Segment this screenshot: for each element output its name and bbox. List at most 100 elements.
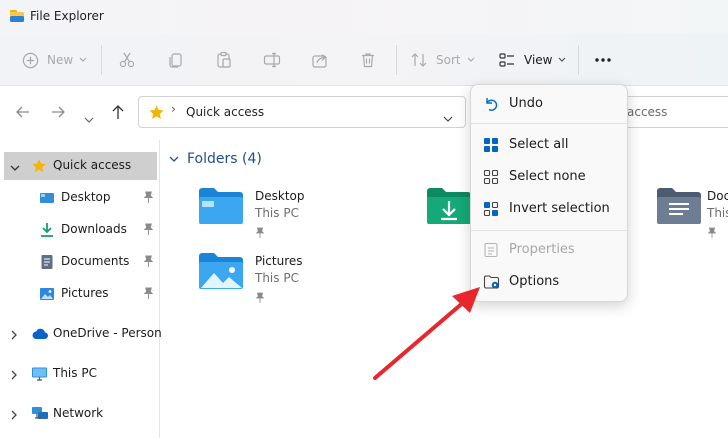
sidebar-item-label: Documents <box>61 254 130 268</box>
folder-desktop[interactable]: Desktop This PC <box>197 186 407 246</box>
pictures-folder-icon <box>197 251 245 295</box>
search-input[interactable]: access <box>620 96 728 128</box>
chevron-down-icon <box>79 57 87 63</box>
view-button[interactable]: View <box>498 34 566 86</box>
paste-button[interactable] <box>215 34 233 86</box>
sort-icon <box>410 51 428 69</box>
pictures-icon <box>39 286 55 305</box>
invert-selection-icon <box>483 201 499 221</box>
file-explorer-icon <box>9 8 25 28</box>
see-more-menu: Undo Select all Select none Invert selec… <box>470 84 629 302</box>
documents-folder-icon <box>655 186 703 230</box>
sidebar-item-onedrive[interactable]: OneDrive - Personal <box>0 320 172 348</box>
menu-divider <box>471 123 629 124</box>
sidebar-item-documents[interactable]: Documents <box>0 248 160 276</box>
new-button[interactable]: New <box>22 34 87 86</box>
desktop-folder-icon <box>197 186 245 230</box>
menu-item-label: Undo <box>509 96 543 111</box>
copy-icon <box>167 51 185 69</box>
pin-icon <box>143 191 154 207</box>
computer-icon <box>31 366 48 385</box>
recent-locations-chevron-icon[interactable] <box>84 109 94 128</box>
menu-item-label: Properties <box>509 242 575 257</box>
menu-item-select-all[interactable]: Select all <box>475 130 625 160</box>
pin-icon <box>143 287 154 303</box>
cut-icon <box>118 51 136 69</box>
breadcrumb-separator: › <box>171 102 176 116</box>
forward-arrow-icon[interactable] <box>50 104 66 124</box>
navigation-pane: Quick access Desktop Downloads Documents <box>0 140 172 438</box>
copy-button[interactable] <box>167 34 185 86</box>
menu-item-properties[interactable]: Properties <box>475 235 625 265</box>
chevron-down-icon[interactable] <box>10 161 20 175</box>
new-label: New <box>47 53 74 67</box>
properties-icon <box>483 242 499 262</box>
toolbar-divider <box>101 45 102 75</box>
ellipsis-icon <box>594 57 612 63</box>
share-button[interactable] <box>311 34 329 86</box>
menu-item-options[interactable]: Options <box>475 267 625 297</box>
star-icon <box>31 158 47 177</box>
title-bar: File Explorer <box>0 0 728 34</box>
chevron-down-icon <box>169 151 179 167</box>
back-arrow-icon[interactable] <box>15 104 31 124</box>
delete-icon <box>359 51 377 69</box>
sidebar-item-label: Desktop <box>61 190 111 204</box>
folder-options-icon <box>483 274 500 294</box>
sidebar-item-label: Quick access <box>53 158 132 172</box>
folder-downloads[interactable] <box>425 186 475 246</box>
menu-item-label: Options <box>509 274 560 289</box>
undo-icon <box>483 96 499 116</box>
document-icon <box>39 254 55 273</box>
sidebar-item-this-pc[interactable]: This PC <box>0 360 160 388</box>
toolbar-divider <box>396 45 397 75</box>
chevron-down-icon[interactable] <box>443 108 453 127</box>
folder-name: Desktop <box>255 189 305 203</box>
sidebar-item-label: OneDrive - Personal <box>53 326 173 340</box>
menu-item-label: Select all <box>509 137 569 152</box>
chevron-right-icon[interactable] <box>10 369 18 383</box>
toolbar-divider <box>578 45 579 75</box>
desktop-icon <box>39 190 55 209</box>
star-icon <box>148 104 165 125</box>
downloads-folder-icon <box>425 186 473 230</box>
folder-location: This PC <box>255 206 299 220</box>
cut-button[interactable] <box>118 34 136 86</box>
rename-button[interactable] <box>263 34 281 86</box>
chevron-right-icon[interactable] <box>10 409 18 423</box>
select-all-icon <box>483 137 499 157</box>
sidebar-item-desktop[interactable]: Desktop <box>0 184 160 212</box>
sidebar-item-label: This PC <box>53 366 97 380</box>
rename-icon <box>263 51 281 69</box>
pin-icon <box>255 289 265 308</box>
address-bar[interactable]: › Quick access <box>138 96 466 128</box>
folder-documents[interactable]: Doc This <box>655 186 728 246</box>
menu-item-invert-selection[interactable]: Invert selection <box>475 194 625 224</box>
see-more-button[interactable] <box>594 34 612 86</box>
window-title: File Explorer <box>30 9 104 23</box>
folders-group-header[interactable]: Folders (4) <box>169 151 262 167</box>
delete-button[interactable] <box>359 34 377 86</box>
sidebar-item-network[interactable]: Network <box>0 400 160 428</box>
sort-button[interactable]: Sort <box>410 34 475 86</box>
select-none-icon <box>483 169 499 189</box>
menu-divider <box>471 230 629 231</box>
command-bar: New Sort View <box>0 34 728 86</box>
paste-icon <box>215 51 233 69</box>
up-arrow-icon[interactable] <box>110 104 126 124</box>
sidebar-item-pictures[interactable]: Pictures <box>0 280 160 308</box>
menu-item-select-none[interactable]: Select none <box>475 162 625 192</box>
network-icon <box>31 406 49 425</box>
view-icon <box>498 51 516 69</box>
folder-pictures[interactable]: Pictures This PC <box>197 251 407 311</box>
chevron-right-icon[interactable] <box>10 329 18 343</box>
folder-location: This PC <box>255 271 299 285</box>
sidebar-item-downloads[interactable]: Downloads <box>0 216 160 244</box>
view-label: View <box>524 53 553 67</box>
sort-label: Sort <box>436 53 461 67</box>
menu-item-undo[interactable]: Undo <box>475 89 625 119</box>
address-path: Quick access <box>186 105 265 119</box>
pin-icon <box>143 255 154 271</box>
chevron-down-icon <box>467 57 475 63</box>
sidebar-item-quick-access[interactable]: Quick access <box>4 152 157 180</box>
